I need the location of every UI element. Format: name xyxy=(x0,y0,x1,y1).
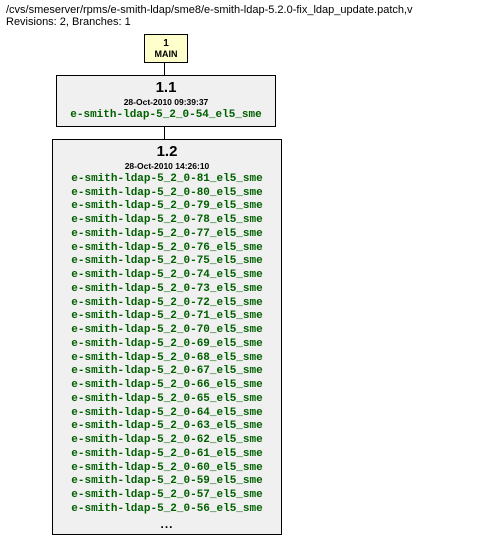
revision-tags: e-smith-ldap-5_2_0-81_el5_sme e-smith-ld… xyxy=(57,173,277,532)
revision-date: 28-Oct-2010 14:26:10 xyxy=(57,161,277,171)
revision-tag: e-smith-ldap-5_2_0-63_el5_sme xyxy=(57,420,277,434)
revision-tag: e-smith-ldap-5_2_0-77_el5_sme xyxy=(57,228,277,242)
revision-tag: e-smith-ldap-5_2_0-56_el5_sme xyxy=(57,503,277,517)
graph-connector xyxy=(164,63,165,75)
revision-tag: e-smith-ldap-5_2_0-73_el5_sme xyxy=(57,283,277,297)
revision-number: 1.1 xyxy=(61,79,271,96)
revision-tag: e-smith-ldap-5_2_0-57_el5_sme xyxy=(57,489,277,503)
revision-tag: e-smith-ldap-5_2_0-74_el5_sme xyxy=(57,269,277,283)
revision-date: 28-Oct-2010 09:39:37 xyxy=(61,97,271,107)
revisions-summary: Revisions: 2, Branches: 1 xyxy=(0,16,500,34)
revision-tag: e-smith-ldap-5_2_0-61_el5_sme xyxy=(57,448,277,462)
revision-tag: e-smith-ldap-5_2_0-75_el5_sme xyxy=(57,255,277,269)
revision-tag: e-smith-ldap-5_2_0-67_el5_sme xyxy=(57,365,277,379)
revision-tags: e-smith-ldap-5_2_0-54_el5_sme xyxy=(61,109,271,123)
revision-tag: e-smith-ldap-5_2_0-76_el5_sme xyxy=(57,242,277,256)
branch-number: 1 xyxy=(147,38,185,49)
revision-tag: e-smith-ldap-5_2_0-59_el5_sme xyxy=(57,475,277,489)
revision-tag: e-smith-ldap-5_2_0-70_el5_sme xyxy=(57,324,277,338)
revision-number: 1.2 xyxy=(57,143,277,160)
revision-tag: e-smith-ldap-5_2_0-68_el5_sme xyxy=(57,352,277,366)
branch-name: MAIN xyxy=(147,49,185,59)
revision-tag: e-smith-ldap-5_2_0-71_el5_sme xyxy=(57,310,277,324)
ellipsis-more: ... xyxy=(57,517,277,532)
revision-tag: e-smith-ldap-5_2_0-78_el5_sme xyxy=(57,214,277,228)
revision-tag: e-smith-ldap-5_2_0-69_el5_sme xyxy=(57,338,277,352)
revision-tag: e-smith-ldap-5_2_0-60_el5_sme xyxy=(57,462,277,476)
revision-tag: e-smith-ldap-5_2_0-62_el5_sme xyxy=(57,434,277,448)
revision-node-1-2[interactable]: 1.2 28-Oct-2010 14:26:10 e-smith-ldap-5_… xyxy=(52,139,282,535)
graph-connector xyxy=(164,127,165,139)
revision-tag: e-smith-ldap-5_2_0-81_el5_sme xyxy=(57,173,277,187)
file-path: /cvs/smeserver/rpms/e-smith-ldap/sme8/e-… xyxy=(0,0,500,16)
revision-graph: 1 MAIN 1.1 28-Oct-2010 09:39:37 e-smith-… xyxy=(16,34,500,535)
revision-tag: e-smith-ldap-5_2_0-72_el5_sme xyxy=(57,297,277,311)
branch-node-main[interactable]: 1 MAIN xyxy=(144,34,188,63)
revision-tag: e-smith-ldap-5_2_0-66_el5_sme xyxy=(57,379,277,393)
revision-tag: e-smith-ldap-5_2_0-54_el5_sme xyxy=(61,109,271,123)
revision-tag: e-smith-ldap-5_2_0-65_el5_sme xyxy=(57,393,277,407)
revision-tag: e-smith-ldap-5_2_0-64_el5_sme xyxy=(57,407,277,421)
revision-tag: e-smith-ldap-5_2_0-79_el5_sme xyxy=(57,200,277,214)
revision-node-1-1[interactable]: 1.1 28-Oct-2010 09:39:37 e-smith-ldap-5_… xyxy=(56,75,276,127)
revision-tag: e-smith-ldap-5_2_0-80_el5_sme xyxy=(57,187,277,201)
